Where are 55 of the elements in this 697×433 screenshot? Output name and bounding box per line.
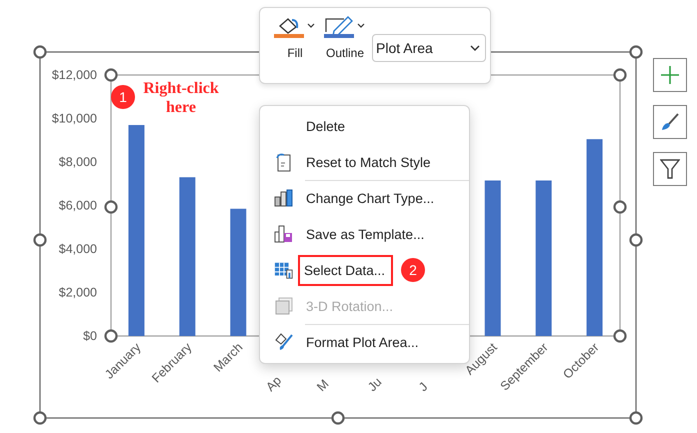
chart-filter-button[interactable] <box>653 152 687 186</box>
filter-icon <box>660 158 680 180</box>
bar[interactable] <box>586 139 603 336</box>
menu-item[interactable]: Format Plot Area... <box>306 334 419 350</box>
menu-item[interactable]: Delete <box>306 118 346 134</box>
resize-handle[interactable] <box>104 329 118 343</box>
paint-bucket-icon <box>274 16 316 38</box>
paint-brush-icon <box>660 112 680 132</box>
resize-handle[interactable] <box>104 200 118 214</box>
resize-handle[interactable] <box>33 233 47 247</box>
bar[interactable] <box>179 177 196 336</box>
bar-chart-icon <box>274 189 294 207</box>
chart-element-dropdown[interactable]: Plot Area <box>372 34 486 62</box>
cube-icon <box>275 297 293 315</box>
axis-category-label: Ap <box>263 373 284 394</box>
reset-style-icon <box>275 152 293 172</box>
chart-style-button[interactable] <box>653 105 687 139</box>
menu-item[interactable]: Change Chart Type... <box>306 190 434 206</box>
axis-tick-label: $6,000 <box>58 198 97 212</box>
axis-tick-label: $4,000 <box>58 242 97 256</box>
template-save-icon <box>274 224 294 244</box>
axis-category-label: Ju <box>365 374 384 394</box>
resize-handle[interactable] <box>33 45 47 59</box>
add-element-button[interactable] <box>653 58 687 92</box>
bar[interactable] <box>128 125 144 336</box>
paint-brush-icon <box>274 332 294 352</box>
resize-handle[interactable] <box>331 411 345 425</box>
axis-tick-label: $8,000 <box>58 155 97 169</box>
resize-handle[interactable] <box>629 45 643 59</box>
axis-tick-label: $0 <box>83 329 97 343</box>
menu-item[interactable]: Select Data... <box>300 256 392 284</box>
axis-tick-label: $10,000 <box>52 112 97 126</box>
menu-item[interactable]: Reset to Match Style <box>306 154 431 170</box>
resize-handle[interactable] <box>613 329 627 343</box>
resize-handle[interactable] <box>613 200 627 214</box>
fill-button[interactable]: Fill <box>272 14 318 62</box>
pencil-icon <box>324 16 366 38</box>
bar[interactable] <box>536 180 552 336</box>
step-badge: 1 <box>111 85 135 109</box>
outline-button[interactable]: Outline <box>322 14 368 62</box>
axis-tick-label: $2,000 <box>58 286 97 300</box>
resize-handle[interactable] <box>104 68 118 82</box>
resize-handle[interactable] <box>33 411 47 425</box>
chevron-down-icon <box>470 45 480 51</box>
annotation-text: Right-click here <box>142 79 220 117</box>
axis-tick-label: $12,000 <box>52 68 97 82</box>
step-badge: 2 <box>401 258 426 282</box>
resize-handle[interactable] <box>629 411 643 425</box>
resize-handle[interactable] <box>629 233 643 247</box>
resize-handle[interactable] <box>613 68 627 82</box>
menu-item[interactable]: Save as Template... <box>306 226 424 242</box>
data-table-icon <box>274 260 294 280</box>
plus-icon <box>660 65 680 85</box>
axis-category-label: M <box>314 376 332 394</box>
axis-category-label: J <box>416 380 430 394</box>
